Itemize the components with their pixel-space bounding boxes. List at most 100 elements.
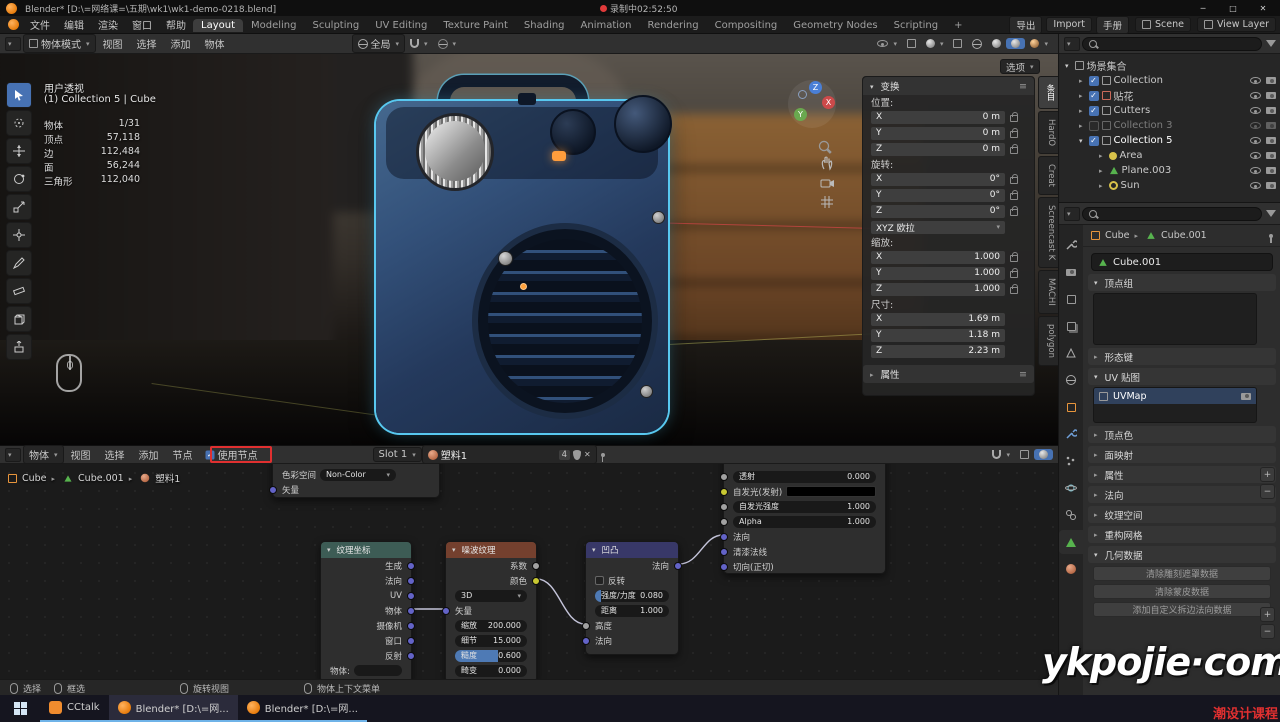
hide-toggle-icon[interactable] xyxy=(1250,137,1261,144)
expand-caret-icon[interactable] xyxy=(1099,150,1106,161)
location-y-field[interactable]: Y0 m xyxy=(871,127,1005,140)
gizmo-z-axis[interactable]: Z xyxy=(809,81,822,94)
menu-window[interactable]: 窗口 xyxy=(125,16,159,33)
object-menu[interactable]: 物体 xyxy=(198,34,232,53)
tab-tool[interactable] xyxy=(1059,233,1083,257)
scale-field[interactable]: 缩放200.000 xyxy=(455,620,527,632)
node-header[interactable]: 纹理坐标 xyxy=(321,542,411,558)
location-x-field[interactable]: X0 m xyxy=(871,111,1005,124)
transmission-field[interactable]: 透射0.000 xyxy=(733,471,876,483)
lock-icon[interactable] xyxy=(1010,255,1018,262)
render-toggle-icon[interactable] xyxy=(1266,107,1276,114)
clear-skin-data-button[interactable]: 清除蒙皮数据 xyxy=(1093,584,1271,599)
remove-button[interactable]: − xyxy=(1260,484,1275,499)
outliner-item-cutters[interactable]: Cutters xyxy=(1065,103,1280,118)
section-vertex-groups[interactable]: 顶点组 xyxy=(1088,274,1276,291)
viewport-canvas[interactable]: 用户透视 (1) Collection 5 | Cube 物体1/31 顶点57… xyxy=(0,54,1058,445)
outliner-item-collection5[interactable]: Collection 5 xyxy=(1065,133,1280,148)
tab-object[interactable] xyxy=(1059,395,1083,419)
add-workspace-button[interactable]: + xyxy=(946,19,970,32)
measure-tool[interactable] xyxy=(6,278,32,304)
data-name-field[interactable]: Cube.001 xyxy=(1091,253,1273,271)
collection-checkbox[interactable] xyxy=(1089,91,1099,101)
dim-x-field[interactable]: X1.69 m xyxy=(871,313,1005,326)
workspace-tab-rendering[interactable]: Rendering xyxy=(640,19,707,32)
view-menu[interactable]: 视图 xyxy=(64,446,98,463)
lock-icon[interactable] xyxy=(1010,131,1018,138)
socket[interactable] xyxy=(442,607,450,615)
render-toggle-icon[interactable] xyxy=(1266,92,1276,99)
filter-icon[interactable] xyxy=(1266,210,1276,217)
shading-rendered-button[interactable] xyxy=(1025,38,1053,49)
node-principled-bsdf[interactable]: 透射0.000 自发光(发射) 自发光强度1.000 Alpha1.000 法向… xyxy=(723,464,886,574)
outliner-item-decals[interactable]: 贴花 xyxy=(1065,88,1280,103)
tab-scene[interactable] xyxy=(1059,341,1083,365)
add-menu[interactable]: 添加 xyxy=(132,446,166,463)
collection-checkbox[interactable] xyxy=(1089,121,1099,131)
gizmo-y-axis[interactable]: Y xyxy=(794,108,807,121)
hide-toggle-icon[interactable] xyxy=(1250,167,1261,174)
scale-y-field[interactable]: Y1.000 xyxy=(871,267,1005,280)
render-toggle-icon[interactable] xyxy=(1266,152,1276,159)
emission-color-swatch[interactable] xyxy=(786,486,876,497)
workspace-tab-uv-editing[interactable]: UV Editing xyxy=(367,19,435,32)
rotation-y-field[interactable]: Y0° xyxy=(871,189,1005,202)
cursor-tool[interactable] xyxy=(6,110,32,136)
strength-field[interactable]: 强度/力度0.080 xyxy=(595,590,669,602)
section-attributes[interactable]: 属性 xyxy=(1088,466,1276,483)
hide-toggle-icon[interactable] xyxy=(1250,182,1261,189)
lock-icon[interactable] xyxy=(1010,271,1018,278)
node-noise-texture[interactable]: 噪波纹理 系数 颜色 3D 矢量 缩放200.000 细节15.000 糙度0.… xyxy=(445,541,537,679)
select-menu[interactable]: 选择 xyxy=(98,446,132,463)
fake-user-icon[interactable] xyxy=(573,450,581,460)
breadcrumb-object[interactable]: Cube xyxy=(1105,230,1130,241)
render-toggle-icon[interactable] xyxy=(1266,182,1276,189)
socket[interactable] xyxy=(720,533,728,541)
extrude-tool[interactable] xyxy=(6,334,32,360)
transform-tool[interactable] xyxy=(6,222,32,248)
outliner-item-area[interactable]: Area xyxy=(1065,148,1280,163)
workspace-tab-sculpting[interactable]: Sculpting xyxy=(305,19,368,32)
expand-caret-icon[interactable] xyxy=(1079,90,1086,101)
move-tool[interactable] xyxy=(6,138,32,164)
section-shape-keys[interactable]: 形态键 xyxy=(1088,348,1276,365)
menu-edit[interactable]: 编辑 xyxy=(57,16,91,33)
tab-material[interactable] xyxy=(1059,557,1083,581)
transform-orientation-dropdown[interactable]: 全局 xyxy=(352,34,406,53)
navigation-gizmo[interactable]: Z X Y xyxy=(788,80,836,128)
export-button[interactable]: 导出 xyxy=(1009,16,1042,34)
expand-caret-icon[interactable] xyxy=(1079,120,1086,131)
scale-x-field[interactable]: X1.000 xyxy=(871,251,1005,264)
render-toggle-icon[interactable] xyxy=(1266,122,1276,129)
render-toggle-icon[interactable] xyxy=(1266,77,1276,84)
node-image-texture[interactable]: 色彩空间 Non-Color 矢量 xyxy=(272,464,440,498)
alpha-field[interactable]: Alpha1.000 xyxy=(733,516,876,528)
editor-type-button[interactable] xyxy=(5,37,21,51)
filter-icon[interactable] xyxy=(1266,40,1276,47)
select-menu[interactable]: 选择 xyxy=(130,34,164,53)
tab-output[interactable] xyxy=(1059,287,1083,311)
lock-icon[interactable] xyxy=(1010,193,1018,200)
hide-toggle-icon[interactable] xyxy=(1250,152,1261,159)
lock-icon[interactable] xyxy=(1010,209,1018,216)
properties-search-input[interactable] xyxy=(1082,207,1262,221)
shading-wireframe-button[interactable] xyxy=(967,38,987,50)
import-button[interactable]: Import xyxy=(1046,17,1092,32)
outliner-item-sun[interactable]: Sun xyxy=(1065,178,1280,193)
annotate-tool[interactable] xyxy=(6,250,32,276)
hide-toggle-icon[interactable] xyxy=(1250,77,1261,84)
taskbar-app-blender-2[interactable]: Blender* [D:\=网... xyxy=(238,695,367,722)
scale-tool[interactable] xyxy=(6,194,32,220)
section-normals[interactable]: 法向 xyxy=(1088,486,1276,503)
taskbar-app-cctalk[interactable]: CCtalk xyxy=(40,695,109,722)
taskbar-app-blender-1[interactable]: Blender* [D:\=网... xyxy=(109,695,238,722)
add-menu[interactable]: 添加 xyxy=(164,34,198,53)
scene-selector[interactable]: Scene xyxy=(1135,17,1191,32)
socket[interactable] xyxy=(720,473,728,481)
sidebar-tab-create[interactable]: Creat xyxy=(1038,156,1058,195)
proportional-editing-toggle[interactable] xyxy=(433,38,462,50)
pan-hand-icon[interactable] xyxy=(820,156,835,171)
hide-toggle-icon[interactable] xyxy=(1250,107,1261,114)
hide-toggle-icon[interactable] xyxy=(1250,122,1261,129)
view-menu[interactable]: 视图 xyxy=(96,34,130,53)
